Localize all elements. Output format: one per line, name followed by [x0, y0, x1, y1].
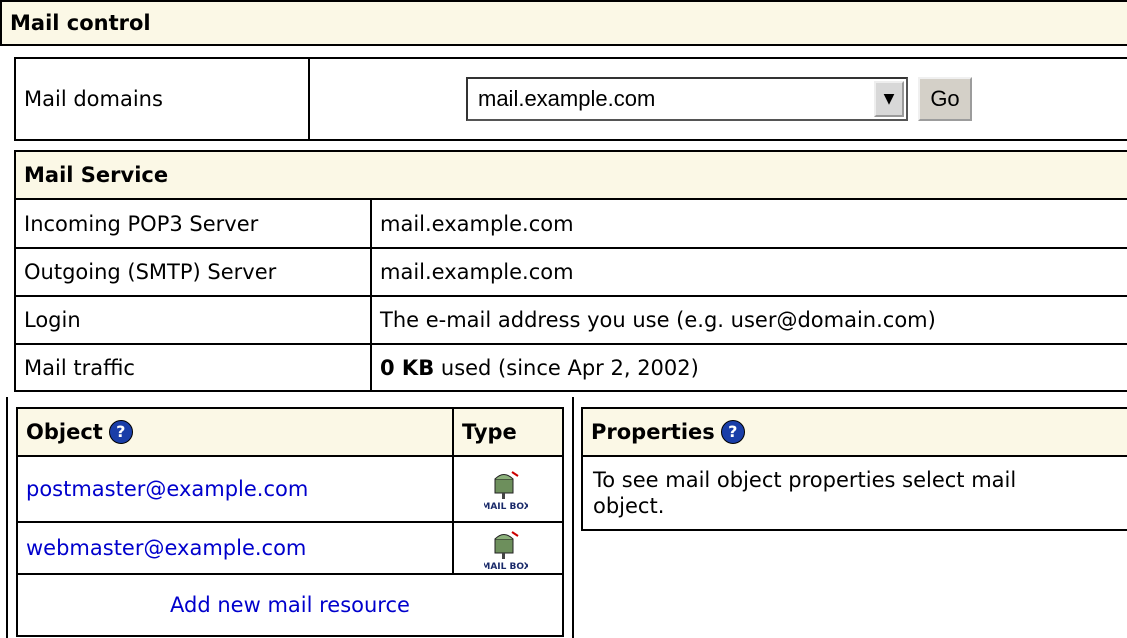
object-link-webmaster[interactable]: webmaster@example.com: [26, 536, 306, 560]
list-item: webmaster@example.com: [18, 523, 306, 573]
login-value: The e-mail address you use (e.g. user@do…: [380, 308, 936, 332]
svg-text:MAIL BOX: MAIL BOX: [484, 502, 528, 511]
properties-message: To see mail object properties select mai…: [593, 468, 1017, 518]
mail-control-header: Mail control: [0, 0, 1127, 46]
mail-domain-value: mail.example.com: [478, 86, 656, 111]
traffic-amount: 0 KB: [380, 355, 435, 380]
traffic-note: used (since Apr 2, 2002): [434, 355, 699, 380]
add-mail-resource-link[interactable]: Add new mail resource: [170, 593, 410, 617]
pop3-label: Incoming POP3 Server: [24, 211, 259, 236]
properties-title: Properties: [591, 420, 715, 444]
col-object-header: Object ?: [18, 409, 133, 455]
properties-title-cell: Properties ?: [583, 409, 745, 455]
mail-service-title: Mail Service: [24, 163, 169, 187]
mail-domain-select[interactable]: mail.example.com ▼: [466, 77, 908, 121]
smtp-value: mail.example.com: [380, 260, 574, 284]
mail-service-table: Mail Service Incoming POP3 Server mail.e…: [14, 150, 1127, 392]
mailbox-icon[interactable]: MAIL BOX: [484, 527, 528, 571]
help-icon[interactable]: ?: [108, 420, 133, 444]
col-type-header: Type: [462, 420, 517, 444]
properties-panel: Properties ? To see mail object properti…: [581, 407, 1127, 531]
svg-text:MAIL BOX: MAIL BOX: [484, 562, 528, 571]
col-object-label: Object: [26, 420, 103, 444]
go-button[interactable]: Go: [918, 77, 972, 121]
pop3-value: mail.example.com: [380, 211, 574, 236]
mail-control-title: Mail control: [10, 11, 151, 35]
mail-domains-label: Mail domains: [24, 87, 163, 111]
add-resource-row: Add new mail resource: [18, 575, 562, 635]
list-item: postmaster@example.com: [18, 457, 308, 521]
object-link-postmaster[interactable]: postmaster@example.com: [26, 477, 308, 501]
mail-service-header: Mail Service: [16, 152, 1127, 198]
traffic-value: 0 KB used (since Apr 2, 2002): [372, 345, 699, 390]
smtp-label: Outgoing (SMTP) Server: [24, 260, 277, 284]
chevron-down-icon[interactable]: ▼: [874, 81, 904, 117]
traffic-label: Mail traffic: [24, 355, 135, 380]
help-icon[interactable]: ?: [720, 420, 745, 444]
objects-table: Object ? Type postmaster@example.com web…: [16, 407, 564, 637]
mailbox-icon[interactable]: MAIL BOX: [484, 467, 528, 511]
login-label: Login: [24, 308, 81, 332]
